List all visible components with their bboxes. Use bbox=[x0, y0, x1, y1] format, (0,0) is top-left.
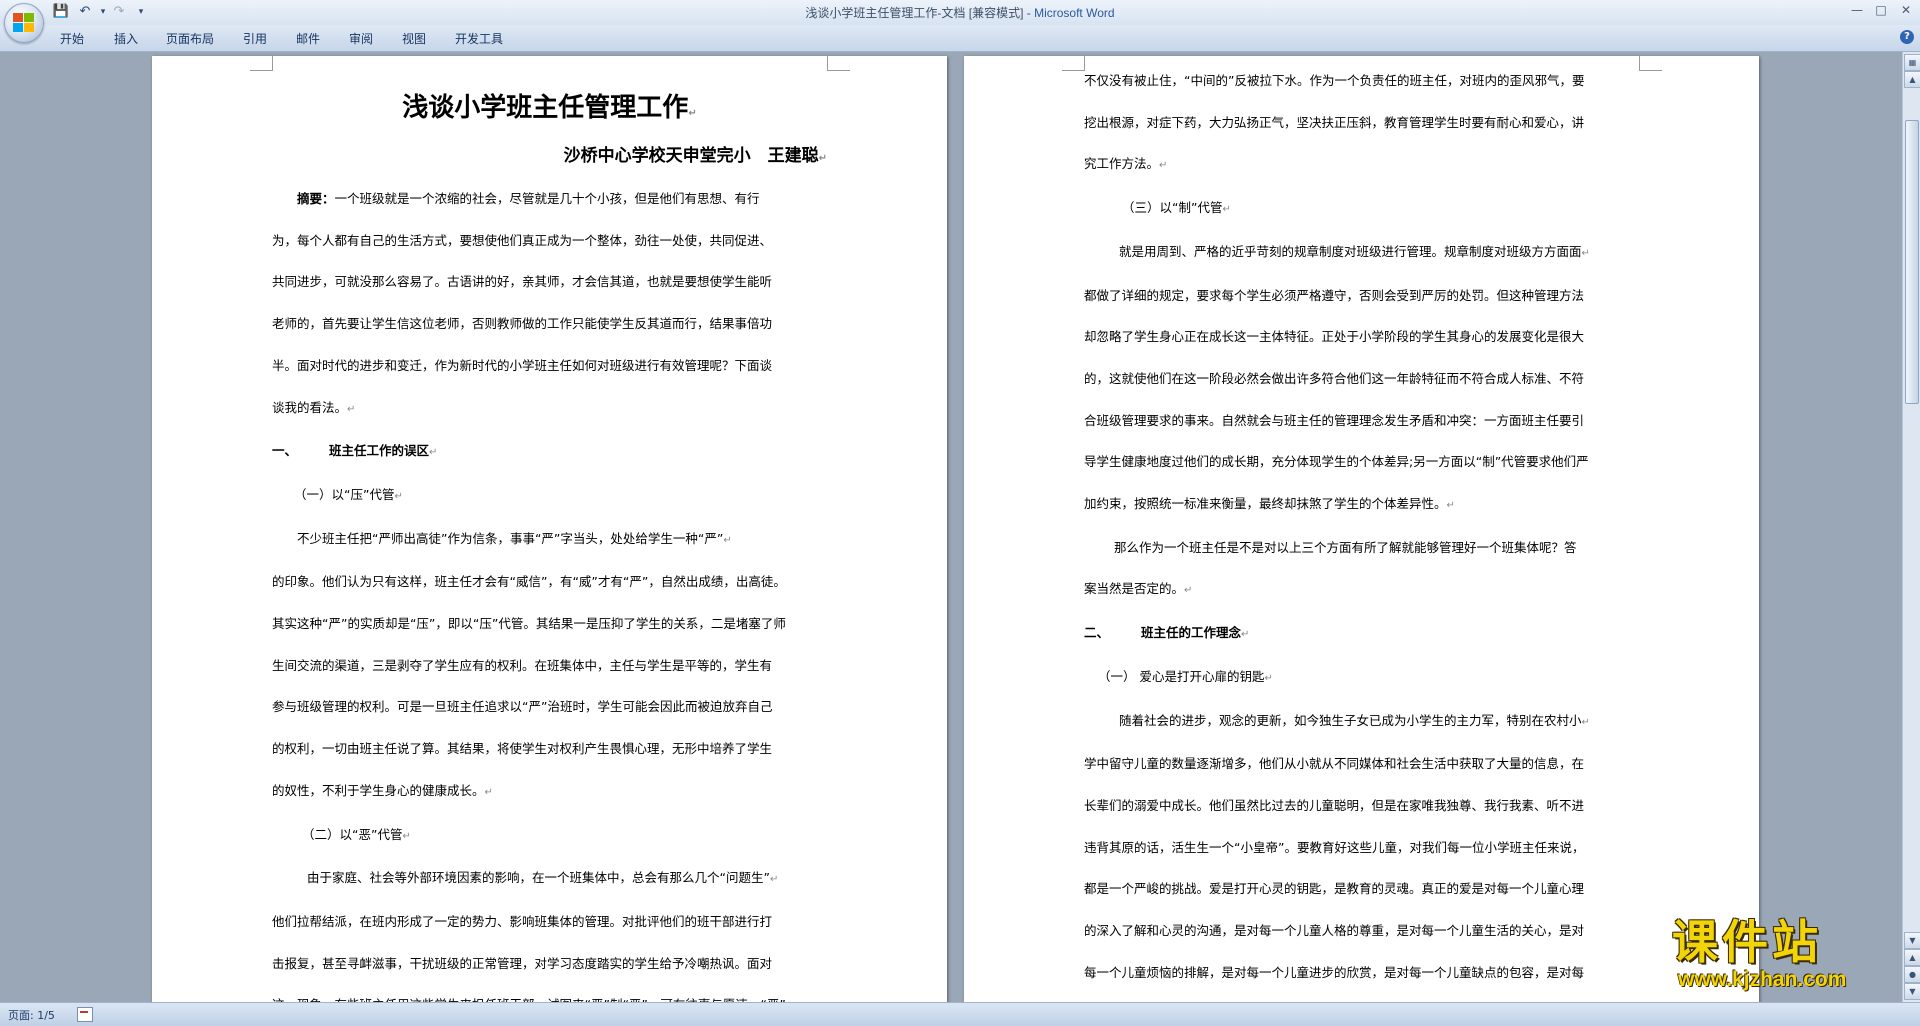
paragraph-line: 的，这就使他们在这一阶段必然会做出许多符合他们这一年龄特征而不符合成人标准、不符 bbox=[1084, 370, 1585, 386]
paragraph-line: 击报复，甚至寻衅滋事，干扰班级的正常管理，对学习态度踏实的学生给予冷嘲热讽。面对 bbox=[272, 955, 773, 971]
tab-developer[interactable]: 开发工具 bbox=[455, 30, 503, 47]
subsection-heading: （三）以“制”代管↵ bbox=[1122, 200, 1231, 216]
paragraph-line: 生间交流的渠道，三是剥夺了学生应有的权利。在班集体中，主任与学生是平等的，学生有 bbox=[272, 657, 773, 673]
ribbon-tabs: 开始 插入 页面布局 引用 邮件 审阅 视图 开发工具 ? bbox=[0, 25, 1920, 52]
ruler-toggle-icon[interactable]: ▦ bbox=[1904, 54, 1920, 71]
document-page-2[interactable]: 不仅没有被止住，“中间的”反被拉下水。作为一个负责任的班主任，对班内的歪风邪气，… bbox=[964, 56, 1759, 1002]
crop-mark bbox=[1639, 56, 1662, 71]
subsection-heading: （一） 爱心是打开心扉的钥匙↵ bbox=[1098, 668, 1273, 684]
office-button[interactable] bbox=[4, 3, 44, 43]
watermark-title: 课件站 bbox=[1672, 915, 1822, 969]
paragraph-line: 这一现象，有些班主任用这些学生来担任班干部，试图来“恶”制“恶”。可在往事与愿违… bbox=[272, 984, 827, 1002]
paragraph-line: 半。面对时代的进步和变迁，作为新时代的小学班主任如何对班级进行有效管理呢？下面谈 bbox=[272, 357, 773, 373]
paragraph-line: 究工作方法。↵ bbox=[1084, 156, 1168, 172]
paragraph-line: 每一个儿童烦恼的排解，是对每一个儿童进步的欣赏，是对每一个儿童缺点的包容，是对每 bbox=[1084, 964, 1585, 980]
crop-mark bbox=[1062, 56, 1085, 71]
paragraph-line: 就是用周到、严格的近乎苛刻的规章制度对班级进行管理。规章制度对班级方方面面↵ bbox=[1119, 243, 1590, 259]
tab-home[interactable]: 开始 bbox=[60, 30, 84, 47]
paragraph-line: 的奴性，不利于学生身心的健康成长。↵ bbox=[272, 782, 493, 798]
vertical-scrollbar[interactable]: ▦ ▲ ▼ ▲ ● ▼ bbox=[1902, 52, 1920, 1002]
help-icon[interactable]: ? bbox=[1900, 30, 1914, 44]
abstract-label: 摘要： bbox=[297, 191, 335, 206]
paragraph-line: 都做了详细的规定，要求每个学生必须严格遵守，否则会受到严厉的处罚。但这种管理方法 bbox=[1084, 287, 1585, 303]
paragraph-line: 摘要：一个班级就是一个浓缩的社会，尽管就是几十个小孩，但是他们有思想、有行 bbox=[297, 191, 760, 206]
paragraph-line: 老师的，首先要让学生信这位老师，否则教师做的工作只能使学生反其道而行，结果事倍功 bbox=[272, 316, 773, 332]
paragraph-line: 违背其原的话，活生生一个“小皇帝”。要教育好这些儿童，对我们每一位小学班主任来说… bbox=[1084, 839, 1585, 855]
subsection-heading: （一）以“压”代管↵ bbox=[294, 486, 403, 502]
status-bar: 页面: 1/5 bbox=[0, 1002, 1920, 1026]
paragraph-line: 的印象。他们认为只有这样，班主任才会有“威信”，有“威”才有“严”，自然出成绩，… bbox=[272, 574, 786, 590]
paragraph-line: 合班级管理要求的事来。自然就会与班主任的管理理念发生矛盾和冲突：一方面班主任要引 bbox=[1084, 412, 1585, 428]
page-1-content: 浅谈小学班主任管理工作↵ 沙桥中心学校天申堂完小 王建聪↵ 摘要：一个班级就是一… bbox=[272, 56, 827, 1002]
paragraph-line: 参与班级管理的权利。可是一旦班主任追求以“严”治班时，学生可能会因此而被迫放弃自… bbox=[272, 699, 773, 715]
title-bar: 💾 ↶ ▾ ↷ ▾ 浅谈小学班主任管理工作-文档 [兼容模式] - Micros… bbox=[0, 0, 1920, 43]
scroll-thumb[interactable] bbox=[1905, 120, 1919, 404]
document-author: 沙桥中心学校天申堂完小 王建聪↵ bbox=[563, 146, 827, 166]
paragraph-line: 其实这种“严”的实质却是“压”，即以“压”代管。其结果一是压抑了学生的关系，二是… bbox=[272, 616, 786, 632]
paragraph-line: 不少班主任把“严师出高徒”作为信条，事事“严”字当头，处处给学生一种“严”↵ bbox=[297, 530, 732, 546]
window-title-document: 浅谈小学班主任管理工作-文档 [兼容模式] - bbox=[805, 6, 1035, 20]
paragraph-line: 他们拉帮结派，在班内形成了一定的势力、影响班集体的管理。对批评他们的班干部进行打 bbox=[272, 913, 773, 929]
tab-page-layout[interactable]: 页面布局 bbox=[166, 30, 214, 47]
paragraph-line: 由于家庭、社会等外部环境因素的影响，在一个班集体中，总会有那么几个“问题生”↵ bbox=[307, 870, 779, 886]
document-area[interactable]: 浅谈小学班主任管理工作↵ 沙桥中心学校天申堂完小 王建聪↵ 摘要：一个班级就是一… bbox=[0, 52, 1902, 1002]
scroll-up-icon[interactable]: ▲ bbox=[1904, 71, 1920, 88]
document-page-1[interactable]: 浅谈小学班主任管理工作↵ 沙桥中心学校天申堂完小 王建聪↵ 摘要：一个班级就是一… bbox=[152, 56, 947, 1002]
page-2-content: 不仅没有被止住，“中间的”反被拉下水。作为一个负责任的班主任，对班内的歪风邪气，… bbox=[1084, 60, 1639, 993]
paragraph-line: 案当然是否定的。↵ bbox=[1084, 581, 1193, 597]
paragraph-line: 挖出根源，对症下药，大力弘扬正气，坚决扶正压斜，教育管理学生时要有耐心和爱心，讲 bbox=[1084, 114, 1585, 130]
tab-review[interactable]: 审阅 bbox=[349, 30, 373, 47]
paragraph-line: 导学生健康地度过他们的成长期，充分体现学生的个体差异;另一方面以“制”代管要求他… bbox=[1084, 454, 1589, 470]
tab-mailings[interactable]: 邮件 bbox=[296, 30, 320, 47]
window-title-app: Microsoft Word bbox=[1034, 6, 1115, 20]
paragraph-line: 随着社会的进步，观念的更新，如今独生子女已成为小学生的主力军，特别在农村小↵ bbox=[1119, 712, 1590, 728]
section-heading: 二、 班主任的工作理念↵ bbox=[1084, 625, 1250, 641]
subsection-heading: （二）以“恶”代管↵ bbox=[302, 826, 411, 842]
page-count[interactable]: 页面: 1/5 bbox=[8, 1007, 55, 1023]
tab-view[interactable]: 视图 bbox=[402, 30, 426, 47]
paragraph-line: 不仅没有被止住，“中间的”反被拉下水。作为一个负责任的班主任，对班内的歪风邪气，… bbox=[1084, 73, 1585, 88]
document-title: 浅谈小学班主任管理工作↵ bbox=[402, 93, 697, 123]
window-title: 浅谈小学班主任管理工作-文档 [兼容模式] - Microsoft Word bbox=[0, 4, 1920, 21]
close-icon[interactable]: ✕ bbox=[1896, 0, 1916, 20]
crop-mark bbox=[827, 56, 850, 71]
paragraph-line: 的深入了解和心灵的沟通，是对每一个儿童人格的尊重，是对每一个儿童生活的关心，是对 bbox=[1084, 923, 1585, 939]
paragraph-line: 谈我的看法。↵ bbox=[272, 399, 356, 415]
crop-mark bbox=[250, 56, 273, 71]
maximize-icon[interactable]: □ bbox=[1871, 0, 1891, 20]
paragraph-line: 长辈们的溺爱中成长。他们虽然比过去的儿童聪明，但是在家唯我独尊、我行我素、听不进 bbox=[1084, 797, 1585, 813]
tab-references[interactable]: 引用 bbox=[243, 30, 267, 47]
minimize-icon[interactable]: — bbox=[1847, 0, 1867, 20]
site-watermark: 课件站 www.kjzhan.com bbox=[1672, 917, 1912, 999]
paragraph-line: 加约束，按照统一标准来衡量，最终却抹煞了学生的个体差异性。↵ bbox=[1084, 496, 1455, 512]
paragraph-line: 的权利，一切由班主任说了算。其结果，将使学生对权利产生畏惧心理，无形中培养了学生 bbox=[272, 741, 773, 757]
paragraph-line: 学中留守儿童的数量逐渐增多，他们从小就从不同媒体和社会生活中获取了大量的信息，在 bbox=[1084, 756, 1585, 772]
watermark-url: www.kjzhan.com bbox=[1678, 968, 1847, 991]
paragraph-line: 却忽略了学生身心正在成长这一主体特征。正处于小学阶段的学生其身心的发展变化是很大 bbox=[1084, 329, 1585, 345]
proofing-icon[interactable] bbox=[77, 1007, 93, 1022]
section-heading: 一、 班主任工作的误区↵ bbox=[272, 443, 438, 459]
tab-insert[interactable]: 插入 bbox=[114, 30, 138, 47]
paragraph-line: 那么作为一个班主任是不是对以上三个方面有所了解就能够管理好一个班集体呢？答 bbox=[1114, 539, 1577, 555]
paragraph-line: 为，每个人都有自己的生活方式，要想使他们真正成为一个整体，劲往一处使，共同促进、 bbox=[272, 232, 773, 248]
paragraph-line: 共同进步，可就没那么容易了。古语讲的好，亲其师，才会信其道，也就是要想使学生能听 bbox=[272, 274, 773, 290]
paragraph-line: 都是一个严峻的挑战。爱是打开心灵的钥匙，是教育的灵魂。真正的爱是对每一个儿童心理 bbox=[1084, 881, 1585, 897]
office-logo-icon bbox=[13, 13, 35, 33]
